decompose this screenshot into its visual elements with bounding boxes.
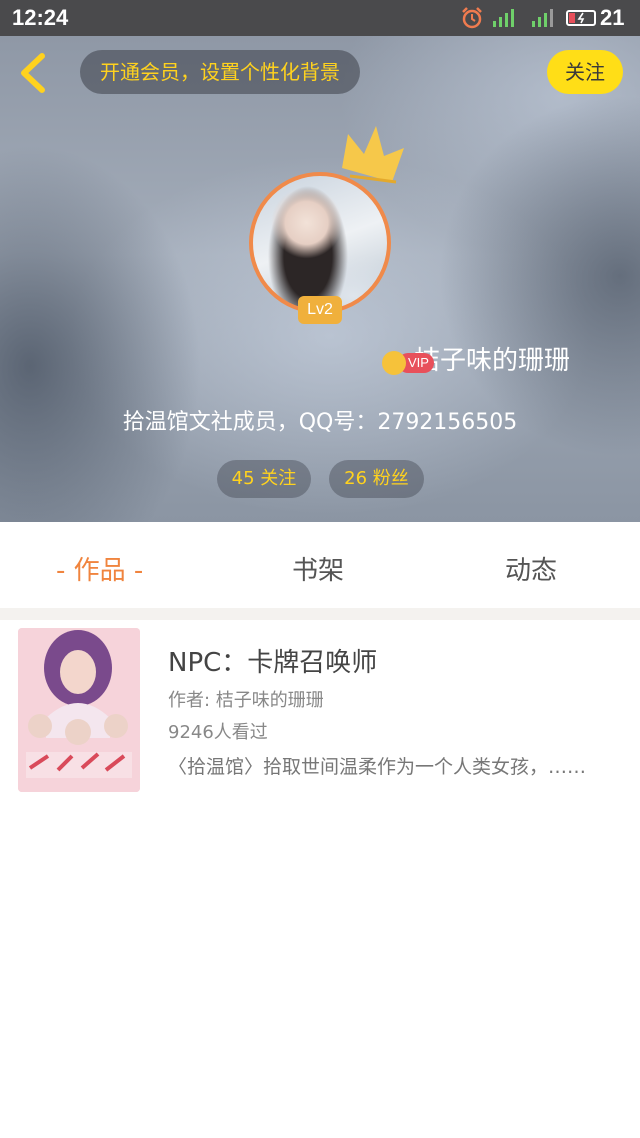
vip-background-banner[interactable]: 开通会员，设置个性化背景 xyxy=(80,50,360,94)
vip-crown-icon xyxy=(382,351,406,375)
work-views: 9246人看过 xyxy=(168,722,268,743)
battery-charging-icon xyxy=(566,10,596,26)
signal-1-icon xyxy=(493,9,514,27)
profile-header: 开通会员，设置个性化背景 关注 Lv2 桔子味的珊珊 VIP 拾温馆文社成员，Q… xyxy=(0,36,640,522)
profile-tabs: - 作品 - 书架 动态 xyxy=(0,522,640,608)
nickname-text: 桔子味的珊珊 xyxy=(413,346,570,376)
status-bar: 12:24 21 xyxy=(0,0,640,36)
fans-count[interactable]: 26 粉丝 xyxy=(329,460,424,498)
signal-2-4g-icon xyxy=(532,9,553,27)
battery-level: 21 xyxy=(600,5,625,30)
back-arrow-icon[interactable] xyxy=(16,52,52,94)
book-cover-image xyxy=(18,628,140,792)
tab-bookshelf[interactable]: 书架 xyxy=(292,550,344,587)
status-time: 12:24 xyxy=(12,5,69,30)
following-count[interactable]: 45 关注 xyxy=(217,460,311,498)
section-divider xyxy=(0,608,640,620)
tab-activity[interactable]: 动态 xyxy=(505,550,557,587)
user-bio: 拾温馆文社成员，QQ号：2792156505 xyxy=(122,410,518,435)
work-description: 〈拾温馆〉拾取世间温柔作为一个人类女孩，…… xyxy=(168,756,587,778)
level-badge: Lv2 xyxy=(298,296,342,324)
work-author: 作者: 桔子味的珊珊 xyxy=(168,690,324,711)
crown-icon xyxy=(342,126,404,184)
avatar[interactable] xyxy=(249,172,391,314)
vip-badge: VIP xyxy=(382,351,436,375)
tab-works[interactable]: - 作品 - xyxy=(56,550,143,587)
nickname: 桔子味的珊珊 xyxy=(0,340,570,377)
work-card[interactable]: NPC：卡牌召唤师 作者: 桔子味的珊珊 9246人看过 〈拾温馆〉拾取世间温柔… xyxy=(10,620,630,800)
follow-button[interactable]: 关注 xyxy=(547,50,623,94)
alarm-icon xyxy=(462,7,482,29)
work-title[interactable]: NPC：卡牌召唤师 xyxy=(168,642,377,679)
